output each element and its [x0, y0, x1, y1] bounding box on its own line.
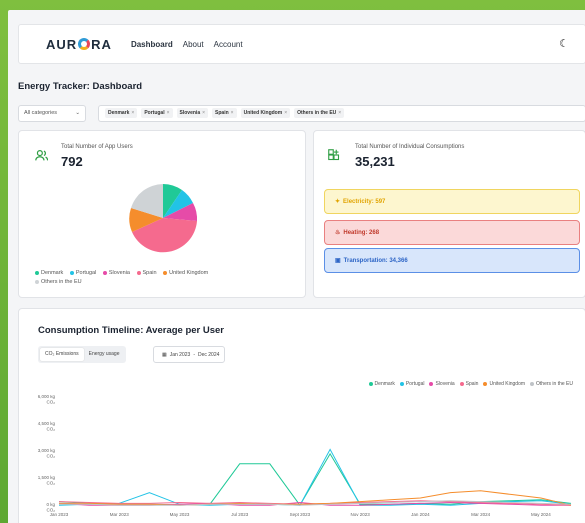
heating-label: Heating: 268	[343, 229, 380, 236]
x-tick-label: Mar 2023	[110, 512, 130, 517]
y-tick-label: 6,000 kg	[38, 395, 56, 399]
chart-legend-item[interactable]: Slovenia	[429, 381, 455, 387]
y-tick-unit: CO₂	[47, 427, 56, 432]
timeline-legend: Denmark Portugal Slovenia Spain United Kingd…	[364, 381, 573, 387]
electricity-category[interactable]: ✦ Electricity: 597	[324, 189, 580, 214]
country-chip[interactable]: Slovenia ×	[176, 108, 209, 118]
country-chip[interactable]: Others in the EU ×	[294, 108, 345, 118]
transportation-category[interactable]: ▣ Transportation: 34,366	[324, 248, 580, 273]
x-tick-label: Jan 2024	[411, 512, 430, 517]
consumptions-card: Total Number of Individual Consumptions …	[313, 130, 585, 298]
consumptions-label: Total Number of Individual Consumptions	[355, 144, 465, 150]
lightbulb-icon: ✦	[335, 199, 341, 205]
chart-legend-item[interactable]: Spain	[459, 381, 478, 387]
users-pie-chart	[129, 184, 198, 253]
top-navbar: AUR RA Dashboard About Account ☾	[18, 24, 585, 64]
chevron-down-icon: ⌄	[75, 110, 80, 116]
users-legend: Denmark Portugal Slovenia Spain United K…	[35, 269, 275, 287]
toggle-co2[interactable]: CO₂ Emissions	[40, 348, 84, 361]
remove-chip-icon[interactable]: ×	[284, 110, 287, 116]
chart-legend-item[interactable]: Others in the EU	[530, 381, 573, 387]
chart-legend-item[interactable]: Denmark	[368, 381, 395, 387]
legend-item: Denmark	[35, 270, 63, 276]
country-chip[interactable]: Portugal ×	[141, 108, 173, 118]
x-tick-label: May 2024	[531, 512, 551, 517]
theme-toggle-icon[interactable]: ☾	[559, 37, 569, 50]
timeline-line-chart: 0 kgCO₂1,500 kgCO₂3,000 kgCO₂4,500 kgCO₂…	[38, 395, 572, 517]
y-tick-unit: CO₂	[47, 400, 56, 405]
users-label: Total Number of App Users	[61, 144, 133, 150]
legend-item: United Kingdom	[163, 270, 208, 276]
metric-toggle: CO₂ Emissions Energy usage	[38, 346, 127, 363]
nav-dashboard[interactable]: Dashboard	[131, 40, 173, 49]
x-tick-label: Nov 2023	[351, 512, 371, 517]
y-tick-unit: CO₂	[47, 454, 56, 459]
users-value: 792	[61, 154, 83, 169]
y-tick-unit: CO₂	[47, 481, 56, 486]
electricity-label: Electricity: 597	[343, 198, 386, 205]
toggle-energy[interactable]: Energy usage	[84, 348, 125, 361]
series-line-portugal[interactable]	[58, 448, 572, 506]
app-window: AUR RA Dashboard About Account ☾ Energy T…	[8, 10, 585, 523]
y-tick-label: 3,000 kg	[38, 448, 56, 453]
remove-chip-icon[interactable]: ×	[231, 110, 234, 116]
x-tick-label: Sept 2023	[290, 512, 311, 517]
legend-item: Slovenia	[102, 270, 130, 276]
filter-bar: All categories ⌄ Denmark × Portugal × Slov…	[18, 98, 585, 128]
country-chip[interactable]: Denmark ×	[105, 108, 138, 118]
legend-item: Spain	[136, 270, 157, 276]
transportation-label: Transportation: 34,366	[343, 257, 408, 264]
users-icon	[35, 149, 49, 165]
remove-chip-icon[interactable]: ×	[338, 110, 341, 116]
country-chip[interactable]: Spain ×	[212, 108, 237, 118]
x-tick-label: May 2023	[170, 512, 190, 517]
heating-category[interactable]: ♨ Heating: 268	[324, 220, 580, 245]
category-select[interactable]: All categories ⌄	[18, 104, 86, 122]
aurora-logo[interactable]: AUR RA	[46, 37, 112, 52]
date-to: Dec 2024	[197, 351, 220, 358]
timeline-card: Consumption Timeline: Average per User C…	[18, 308, 585, 523]
nav-about[interactable]: About	[183, 40, 204, 49]
remove-chip-icon[interactable]: ×	[202, 110, 205, 116]
remove-chip-icon[interactable]: ×	[131, 110, 134, 116]
legend-item: Portugal	[69, 270, 96, 276]
main-nav: Dashboard About Account	[131, 40, 253, 49]
bus-icon: ▣	[335, 258, 341, 264]
consumptions-value: 35,231	[355, 154, 395, 169]
app-users-card: Total Number of App Users 792 Denmark Po…	[18, 130, 306, 298]
page-title: Energy Tracker: Dashboard	[18, 81, 143, 92]
remove-chip-icon[interactable]: ×	[167, 110, 170, 116]
y-tick-label: 0 kg	[46, 502, 55, 507]
x-tick-label: Jul 2023	[231, 512, 249, 517]
date-range-picker[interactable]: ▦ Jan 2023 - Dec 2024	[153, 346, 226, 363]
logo-ring-icon	[78, 38, 91, 50]
chart-legend-item[interactable]: United Kingdom	[483, 381, 525, 387]
country-chip[interactable]: United Kingdom ×	[240, 108, 291, 118]
chart-legend-item[interactable]: Portugal	[399, 381, 424, 387]
category-select-value: All categories	[24, 110, 58, 116]
heater-icon: ♨	[335, 230, 341, 236]
timeline-title: Consumption Timeline: Average per User	[38, 325, 224, 336]
legend-item: Others in the EU	[35, 279, 82, 285]
y-tick-label: 4,500 kg	[38, 421, 56, 426]
x-tick-label: Jan 2023	[50, 512, 69, 517]
country-multiselect[interactable]: Denmark × Portugal × Slovenia × Spain × Unit…	[98, 104, 585, 122]
apps-grid-icon	[328, 149, 340, 164]
calendar-icon: ▦	[162, 351, 167, 358]
date-from: Jan 2023	[169, 351, 191, 358]
x-tick-label: Mar 2024	[471, 512, 491, 517]
y-tick-label: 1,500 kg	[38, 475, 56, 480]
nav-account[interactable]: Account	[214, 40, 243, 49]
